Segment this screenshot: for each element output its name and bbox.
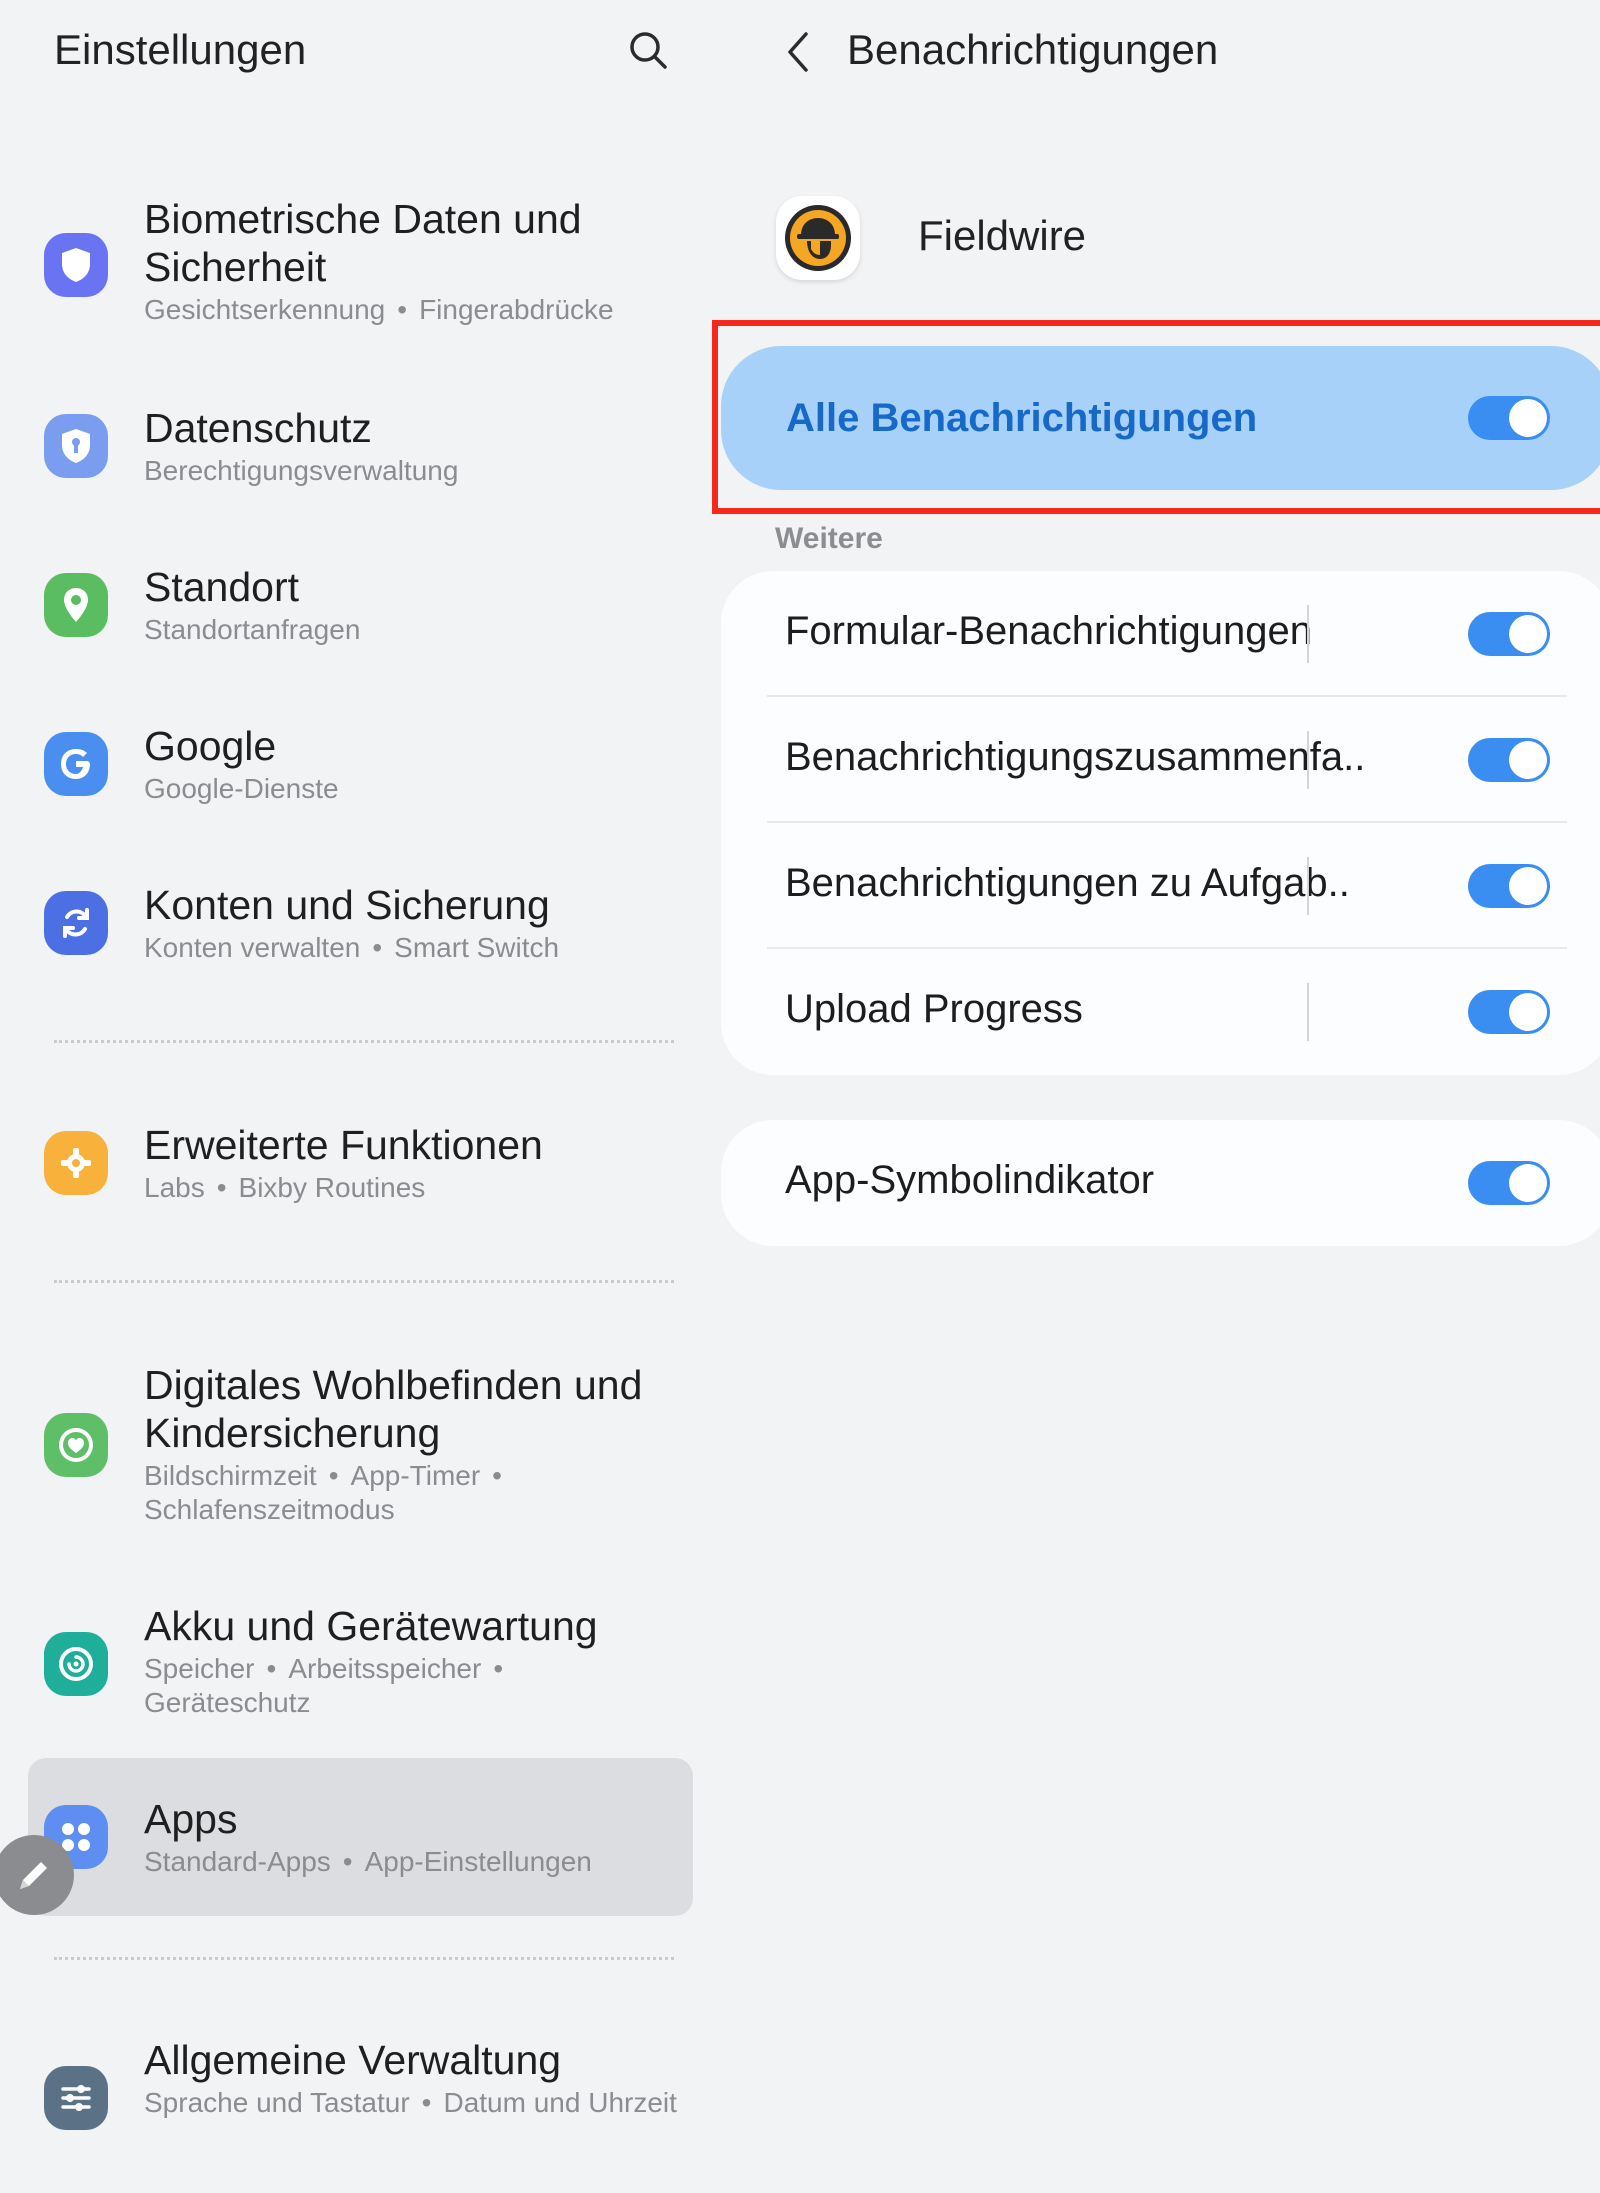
privacy-shield-icon bbox=[44, 414, 108, 478]
settings-item-biometrics[interactable]: Biometrische Daten und Sicherheit Gesich… bbox=[28, 195, 693, 340]
app-icon-badge-card[interactable]: App-Symbolindikator bbox=[721, 1120, 1600, 1246]
back-button[interactable] bbox=[770, 24, 826, 80]
row-separator bbox=[1307, 983, 1309, 1041]
category-label: Formular-Benachrichtigungen bbox=[785, 609, 1312, 653]
category-row-summary[interactable]: Benachrichtigungszusammenfa.. bbox=[721, 697, 1600, 823]
item-title: Digitales Wohlbefinden und Kindersicheru… bbox=[144, 1362, 643, 1456]
item-title: Erweiterte Funktionen bbox=[144, 1122, 543, 1168]
item-subtitle: Berechtigungsverwaltung bbox=[144, 455, 459, 486]
settings-item-battery-device-care[interactable]: Akku und Gerätewartung Speicher • Arbeitss… bbox=[28, 1602, 693, 1732]
settings-item-advanced-features[interactable]: Erweiterte Funktionen Labs • Bixby Routine… bbox=[28, 1121, 693, 1221]
location-pin-icon bbox=[44, 573, 108, 637]
section-label-weitere: Weitere bbox=[775, 522, 883, 555]
settings-item-apps[interactable]: Apps Standard-Apps • App-Einstellungen bbox=[28, 1795, 693, 1895]
group-divider bbox=[54, 1957, 674, 1960]
item-subtitle: Google-Dienste bbox=[144, 773, 339, 804]
item-title: Google bbox=[144, 723, 277, 769]
item-subtitle: Sprache und Tastatur • Datum und Uhrzeit bbox=[144, 2087, 677, 2118]
device-care-icon bbox=[44, 1632, 108, 1696]
item-subtitle: Bildschirmzeit • App-Timer • Schlafenszeitmo… bbox=[144, 1460, 502, 1525]
settings-item-location[interactable]: Standort Standortanfragen bbox=[28, 563, 693, 663]
category-toggle[interactable] bbox=[1468, 612, 1550, 656]
app-icon-badge-toggle[interactable] bbox=[1468, 1161, 1550, 1205]
category-label: Benachrichtigungen zu Aufgab.. bbox=[785, 861, 1350, 905]
group-divider bbox=[54, 1280, 674, 1283]
category-toggle[interactable] bbox=[1468, 990, 1550, 1034]
notifications-pane: Benachrichtigungen Fieldwire Alle Benach… bbox=[710, 0, 1600, 2193]
item-subtitle: Speicher • Arbeitsspeicher • Geräteschutz bbox=[144, 1653, 504, 1718]
heart-circle-icon bbox=[44, 1413, 108, 1477]
sync-icon bbox=[44, 891, 108, 955]
item-title: Allgemeine Verwaltung bbox=[144, 2037, 562, 2083]
pencil-icon bbox=[20, 1862, 47, 1889]
category-toggle[interactable] bbox=[1468, 738, 1550, 782]
category-row-tasks[interactable]: Benachrichtigungen zu Aufgab.. bbox=[721, 823, 1600, 949]
settings-item-digital-wellbeing[interactable]: Digitales Wohlbefinden und Kindersicheru… bbox=[28, 1361, 693, 1536]
item-subtitle: Labs • Bixby Routines bbox=[144, 1172, 426, 1203]
category-row-upload-progress[interactable]: Upload Progress bbox=[721, 949, 1600, 1075]
search-icon bbox=[630, 32, 667, 69]
item-title: Biometrische Daten und Sicherheit bbox=[144, 196, 582, 290]
settings-item-privacy[interactable]: Datenschutz Berechtigungsverwaltung bbox=[28, 404, 693, 504]
category-label: Upload Progress bbox=[785, 987, 1083, 1031]
item-title: Apps bbox=[144, 1796, 238, 1842]
notification-categories-card: Formular-Benachrichtigungen Benachrichti… bbox=[721, 571, 1600, 1075]
category-label: Benachrichtigungszusammenfa.. bbox=[785, 735, 1366, 779]
app-name: Fieldwire bbox=[918, 212, 1087, 259]
item-subtitle: Standortanfragen bbox=[144, 614, 361, 645]
item-subtitle: Konten verwalten • Smart Switch bbox=[144, 932, 560, 963]
chevron-left-icon bbox=[788, 32, 808, 72]
category-toggle[interactable] bbox=[1468, 864, 1550, 908]
puzzle-gear-icon bbox=[44, 1131, 108, 1195]
fieldwire-logo-icon bbox=[776, 196, 860, 280]
google-g-icon bbox=[44, 732, 108, 796]
shield-icon bbox=[44, 233, 108, 297]
item-title: Konten und Sicherung bbox=[144, 882, 550, 928]
row-separator bbox=[1307, 605, 1309, 663]
app-icon-badge-label: App-Symbolindikator bbox=[785, 1158, 1155, 1202]
settings-item-google[interactable]: Google Google-Dienste bbox=[28, 722, 693, 822]
item-subtitle: Gesichtserkennung • Fingerabdrücke bbox=[144, 294, 614, 325]
row-separator bbox=[1307, 731, 1309, 789]
settings-list-pane: Einstellungen Biometrische Daten und Sic… bbox=[0, 0, 710, 2193]
settings-item-accounts[interactable]: Konten und Sicherung Konten verwalten • Sm… bbox=[28, 881, 693, 981]
sliders-icon bbox=[44, 2066, 108, 2130]
item-title: Standort bbox=[144, 564, 299, 610]
row-separator bbox=[1307, 857, 1309, 915]
page-title: Benachrichtigungen bbox=[847, 26, 1219, 73]
annotation-highlight-box bbox=[712, 320, 1600, 514]
item-subtitle: Standard-Apps • App-Einstellungen bbox=[144, 1846, 592, 1877]
settings-title: Einstellungen bbox=[54, 26, 307, 73]
group-divider bbox=[54, 1040, 674, 1043]
category-row-form-notifications[interactable]: Formular-Benachrichtigungen bbox=[721, 571, 1600, 697]
settings-item-general-management[interactable]: Allgemeine Verwaltung Sprache und Tastat… bbox=[28, 2036, 693, 2176]
item-title: Datenschutz bbox=[144, 405, 372, 451]
search-button[interactable] bbox=[620, 22, 676, 78]
item-title: Akku und Gerätewartung bbox=[144, 1603, 598, 1649]
